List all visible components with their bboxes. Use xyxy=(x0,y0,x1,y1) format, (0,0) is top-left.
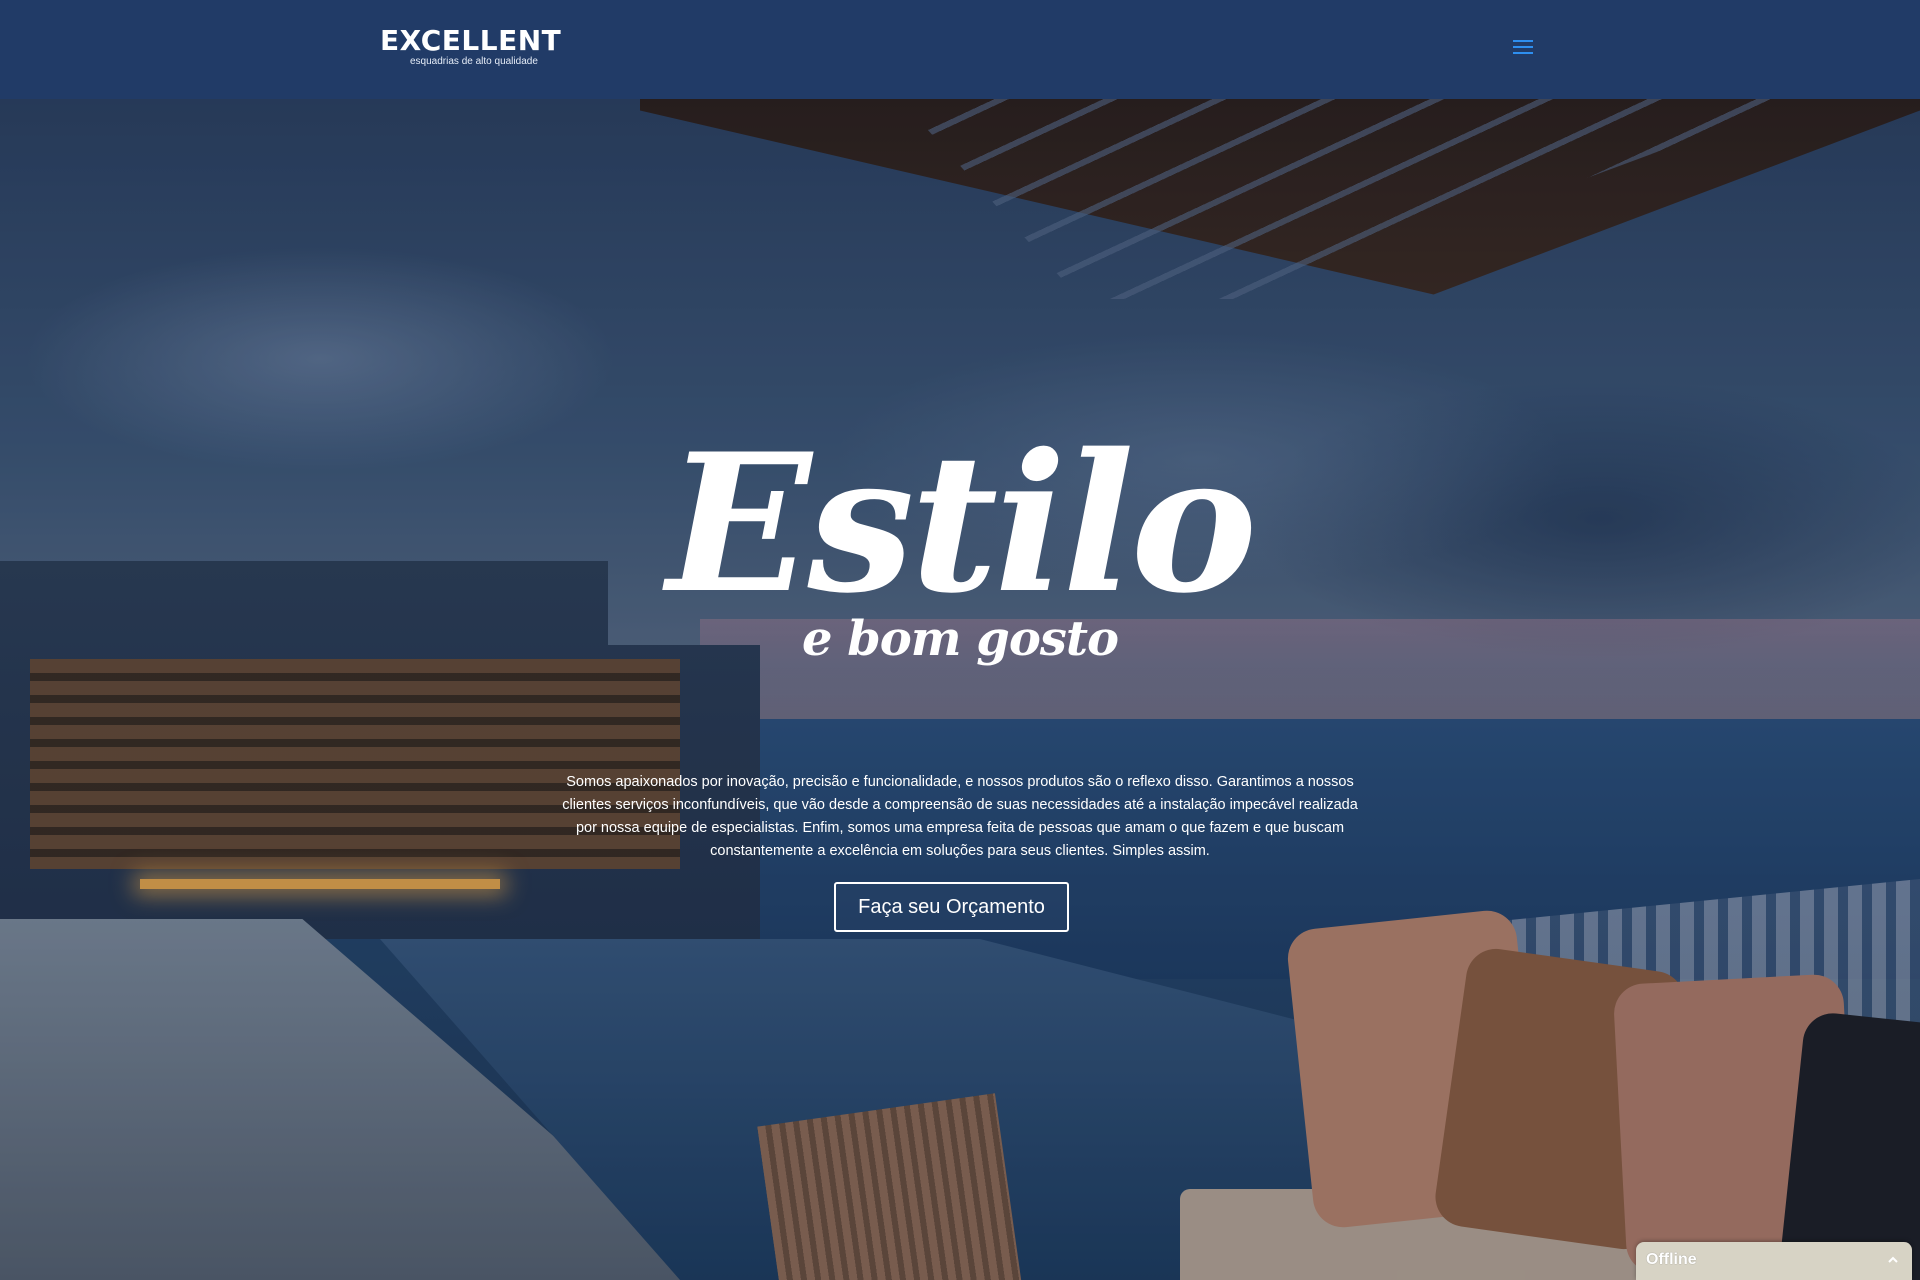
site-logo[interactable]: EXCELLENT esquadrias de alto qualidade xyxy=(380,26,570,70)
hero-intro-text: Somos apaixonados por inovação, precisão… xyxy=(562,774,1358,859)
hero-overlay xyxy=(0,99,1920,1280)
chevron-up-icon[interactable] xyxy=(1884,1251,1902,1269)
logo-tagline: esquadrias de alto qualidade xyxy=(410,56,538,67)
request-quote-button[interactable]: Faça seu Orçamento xyxy=(834,882,1069,932)
hero-title: Estilo xyxy=(666,412,1258,635)
site-header: EXCELLENT esquadrias de alto qualidade xyxy=(0,0,1920,99)
hero-subtitle: e bom gosto xyxy=(801,611,1119,667)
chat-status-label: Offline xyxy=(1646,1251,1697,1268)
hero-section: Estilo e bom gosto Somos apaixonados por… xyxy=(0,99,1920,1280)
chat-widget[interactable]: Offline xyxy=(1636,1242,1912,1280)
logo-wordmark: EXCELLENT xyxy=(380,24,562,57)
hamburger-menu-icon[interactable] xyxy=(1513,40,1533,56)
